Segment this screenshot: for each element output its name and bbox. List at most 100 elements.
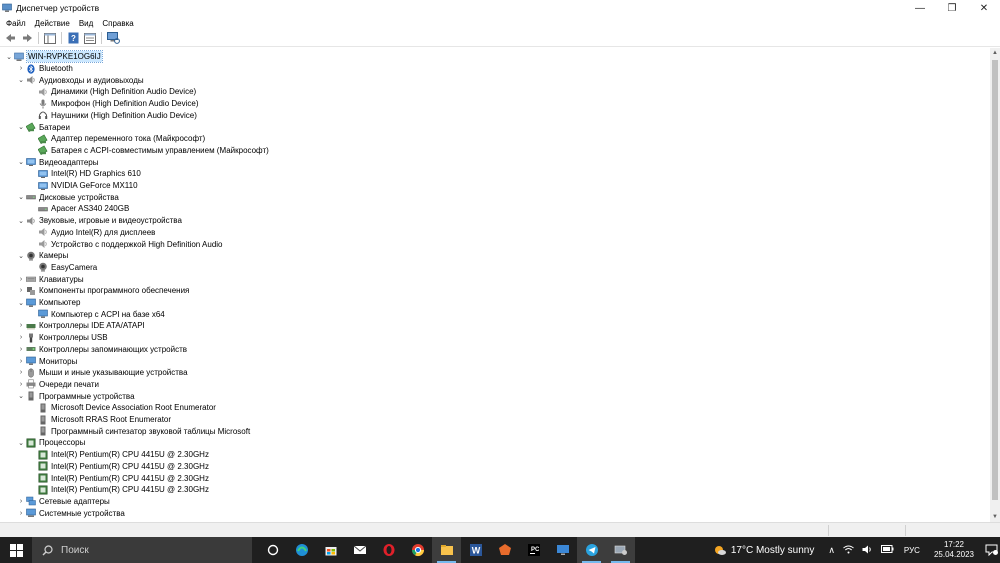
- tree-category[interactable]: ⌄ Батареи: [16, 121, 70, 133]
- chevron-right-icon[interactable]: ›: [16, 344, 26, 354]
- chevron-right-icon[interactable]: ›: [16, 321, 26, 331]
- tree-category[interactable]: › Компоненты программного обеспечения: [16, 285, 190, 297]
- menu-action[interactable]: Действие: [35, 19, 70, 28]
- tree-category[interactable]: ⌄ Программные устройства: [16, 390, 135, 402]
- start-button[interactable]: [0, 537, 32, 563]
- tree-category[interactable]: ⌄ Звуковые, игровые и видеоустройства: [16, 215, 182, 227]
- chevron-right-icon[interactable]: ›: [16, 64, 26, 74]
- tree-device[interactable]: Intel(R) Pentium(R) CPU 4415U @ 2.30GHz: [28, 472, 209, 484]
- show-hide-console-tree-button[interactable]: [43, 31, 57, 45]
- wifi-icon[interactable]: [843, 545, 854, 556]
- tree-device[interactable]: Intel(R) Pentium(R) CPU 4415U @ 2.30GHz: [28, 484, 209, 496]
- tree-category[interactable]: › Контроллеры IDE ATA/ATAPI: [16, 320, 145, 332]
- battery-tray-icon[interactable]: [880, 545, 894, 555]
- tree-category[interactable]: › Контроллеры USB: [16, 332, 108, 344]
- opera-icon[interactable]: [374, 537, 403, 563]
- tree-category[interactable]: › Контроллеры запоминающих устройств: [16, 344, 187, 356]
- chevron-down-icon[interactable]: ⌄: [16, 192, 26, 202]
- telegram-icon[interactable]: [577, 537, 606, 563]
- tree-device[interactable]: Программный синтезатор звуковой таблицы …: [28, 425, 250, 437]
- chevron-down-icon[interactable]: ⌄: [16, 122, 26, 132]
- scrollbar-thumb[interactable]: [992, 60, 998, 500]
- tree-category[interactable]: ⌄ Компьютер: [16, 297, 80, 309]
- chevron-down-icon[interactable]: ⌄: [16, 216, 26, 226]
- tree-category[interactable]: ⌄ Камеры: [16, 250, 68, 262]
- tree-category[interactable]: › Очереди печати: [16, 379, 99, 391]
- tree-device[interactable]: EasyCamera: [28, 262, 97, 274]
- chrome-icon[interactable]: [403, 537, 432, 563]
- tree-device[interactable]: Microsoft Device Association Root Enumer…: [28, 402, 216, 414]
- menu-file[interactable]: Файл: [6, 19, 26, 28]
- tree-device[interactable]: Наушники (High Definition Audio Device): [28, 110, 197, 122]
- chevron-right-icon[interactable]: ›: [16, 274, 26, 284]
- scan-hardware-button[interactable]: [106, 31, 120, 45]
- chevron-down-icon[interactable]: ⌄: [16, 157, 26, 167]
- app-orange-icon[interactable]: [490, 537, 519, 563]
- chevron-down-icon[interactable]: ⌄: [16, 391, 26, 401]
- chevron-right-icon[interactable]: ›: [16, 508, 26, 518]
- file-explorer-icon[interactable]: [432, 537, 461, 563]
- clock[interactable]: 17:22 25.04.2023: [934, 540, 974, 560]
- tree-category[interactable]: › Клавиатуры: [16, 273, 84, 285]
- chevron-down-icon[interactable]: ⌄: [16, 438, 26, 448]
- taskbar-search[interactable]: Поиск: [32, 537, 252, 563]
- chevron-up-icon[interactable]: ∧: [828, 545, 835, 556]
- chevron-right-icon[interactable]: ›: [16, 286, 26, 296]
- menu-help[interactable]: Справка: [102, 19, 133, 28]
- tree-category[interactable]: ⌄ Дисковые устройства: [16, 191, 119, 203]
- tree-category[interactable]: ⌄ Аудиовходы и аудиовыходы: [16, 74, 144, 86]
- store-icon[interactable]: [316, 537, 345, 563]
- chevron-right-icon[interactable]: ›: [16, 333, 26, 343]
- tree-device[interactable]: NVIDIA GeForce MX110: [28, 180, 138, 192]
- pycharm-icon[interactable]: PC: [519, 537, 548, 563]
- tree-category[interactable]: › Bluetooth: [16, 63, 73, 75]
- edge-icon[interactable]: [287, 537, 316, 563]
- chevron-down-icon[interactable]: ⌄: [16, 75, 26, 85]
- forward-button[interactable]: [20, 31, 34, 45]
- notification-center-icon[interactable]: [982, 544, 1000, 556]
- weather-widget[interactable]: 17°C Mostly sunny: [713, 543, 814, 557]
- tree-category[interactable]: › Мыши и иные указывающие устройства: [16, 367, 188, 379]
- tree-device[interactable]: Динамики (High Definition Audio Device): [28, 86, 196, 98]
- volume-icon[interactable]: [862, 545, 873, 556]
- tree-category[interactable]: › Мониторы: [16, 355, 77, 367]
- chevron-right-icon[interactable]: ›: [16, 356, 26, 366]
- scroll-up-arrow[interactable]: ▲: [990, 48, 1000, 58]
- tree-category[interactable]: ⌄ Видеоадаптеры: [16, 156, 98, 168]
- chevron-down-icon[interactable]: ⌄: [4, 52, 14, 62]
- tree-device[interactable]: Устройство с поддержкой High Definition …: [28, 238, 223, 250]
- chevron-right-icon[interactable]: ›: [16, 379, 26, 389]
- tree-category[interactable]: › Системные устройства: [16, 507, 125, 519]
- vertical-scrollbar[interactable]: ▲ ▼: [990, 48, 1000, 522]
- device-manager-icon[interactable]: [606, 537, 635, 563]
- properties-button[interactable]: [83, 31, 97, 45]
- tree-device[interactable]: Аудио Intel(R) для дисплеев: [28, 227, 155, 239]
- chevron-down-icon[interactable]: ⌄: [16, 251, 26, 261]
- language-indicator[interactable]: РУС: [904, 546, 920, 555]
- mail-icon[interactable]: [345, 537, 374, 563]
- task-view-icon[interactable]: [258, 537, 287, 563]
- tree-device[interactable]: Адаптер переменного тока (Майкрософт): [28, 133, 205, 145]
- tree-root[interactable]: ⌄ WIN-RVPKE1OG6IJ: [4, 50, 103, 64]
- minimize-button[interactable]: —: [904, 0, 936, 16]
- tree-category[interactable]: ⌄ Процессоры: [16, 437, 85, 449]
- back-button[interactable]: [3, 31, 17, 45]
- help-button[interactable]: ?: [66, 31, 80, 45]
- remote-desktop-icon[interactable]: [548, 537, 577, 563]
- tree-device[interactable]: Intel(R) Pentium(R) CPU 4415U @ 2.30GHz: [28, 461, 209, 473]
- tree-device[interactable]: Intel(R) Pentium(R) CPU 4415U @ 2.30GHz: [28, 449, 209, 461]
- tree-device[interactable]: Apacer AS340 240GB: [28, 203, 129, 215]
- tree-device[interactable]: Microsoft RRAS Root Enumerator: [28, 414, 171, 426]
- word-icon[interactable]: W: [461, 537, 490, 563]
- maximize-button[interactable]: ❐: [936, 0, 968, 16]
- close-button[interactable]: ✕: [968, 0, 1000, 16]
- tree-device[interactable]: Батарея с ACPI-совместимым управлением (…: [28, 145, 269, 157]
- tree-device[interactable]: Микрофон (High Definition Audio Device): [28, 98, 198, 110]
- chevron-right-icon[interactable]: ›: [16, 496, 26, 506]
- chevron-right-icon[interactable]: ›: [16, 368, 26, 378]
- chevron-down-icon[interactable]: ⌄: [16, 298, 26, 308]
- tree-category[interactable]: › Сетевые адаптеры: [16, 496, 110, 508]
- scroll-down-arrow[interactable]: ▼: [990, 512, 1000, 522]
- menu-view[interactable]: Вид: [79, 19, 93, 28]
- tree-device[interactable]: Intel(R) HD Graphics 610: [28, 168, 141, 180]
